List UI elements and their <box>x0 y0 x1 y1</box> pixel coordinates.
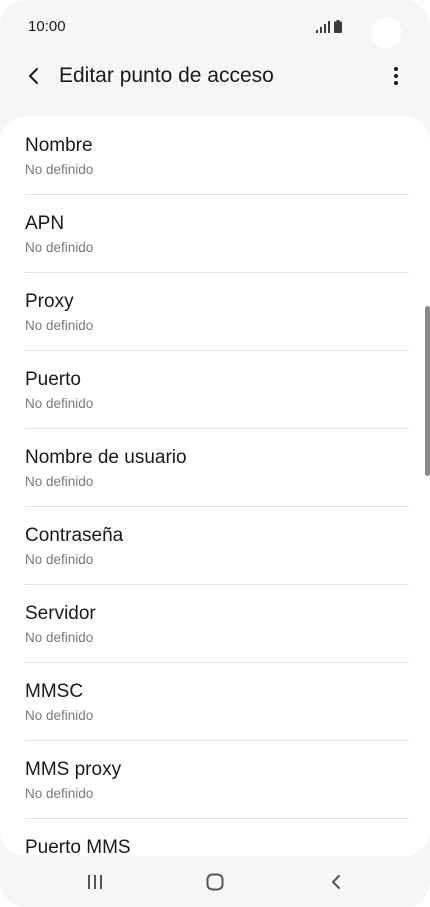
status-time: 10:00 <box>28 18 66 35</box>
home-button[interactable] <box>200 869 230 895</box>
home-icon <box>206 873 224 891</box>
field-value: No definido <box>25 630 94 645</box>
scrollbar[interactable] <box>425 306 430 476</box>
field-title: Nombre <box>25 135 93 156</box>
field-title: MMSC <box>25 681 84 702</box>
app-bar: Editar punto de acceso <box>0 56 430 96</box>
field-value: No definido <box>25 474 94 489</box>
back-icon <box>332 875 340 889</box>
status-icons <box>316 19 342 33</box>
field-value: No definido <box>25 162 94 177</box>
field-title: Servidor <box>25 603 96 624</box>
status-bar: 10:00 <box>0 0 430 56</box>
camera-cutout <box>371 17 402 48</box>
field-value: No definido <box>25 708 94 723</box>
field-value: No definido <box>25 396 94 411</box>
field-puerto-mms[interactable]: Puerto MMS <box>0 818 430 856</box>
phone-screen: 10:00 Editar punto de acceso Nombre No d… <box>0 0 430 907</box>
field-value: No definido <box>25 552 94 567</box>
battery-icon <box>334 20 342 33</box>
field-nombre-de-usuario[interactable]: Nombre de usuario No definido <box>0 428 430 506</box>
signal-icon <box>316 21 330 33</box>
field-title: Proxy <box>25 291 74 312</box>
field-apn[interactable]: APN No definido <box>0 194 430 272</box>
field-value: No definido <box>25 240 94 255</box>
more-vert-icon <box>394 67 398 85</box>
field-nombre[interactable]: Nombre No definido <box>0 116 430 194</box>
nav-back-button[interactable] <box>321 869 351 895</box>
back-button[interactable] <box>20 62 48 90</box>
more-options-button[interactable] <box>382 62 410 90</box>
back-arrow-icon <box>29 68 38 84</box>
field-title: MMS proxy <box>25 759 122 780</box>
field-title: Puerto MMS <box>25 837 131 856</box>
field-proxy[interactable]: Proxy No definido <box>0 272 430 350</box>
field-puerto[interactable]: Puerto No definido <box>0 350 430 428</box>
field-value: No definido <box>25 318 94 333</box>
page-title: Editar punto de acceso <box>59 64 274 87</box>
field-title: Puerto <box>25 369 81 390</box>
field-servidor[interactable]: Servidor No definido <box>0 584 430 662</box>
recents-button[interactable] <box>80 869 110 895</box>
field-contrasena[interactable]: Contraseña No definido <box>0 506 430 584</box>
recents-icon <box>88 875 102 889</box>
field-mmsc[interactable]: MMSC No definido <box>0 662 430 740</box>
apn-settings-list: Nombre No definido APN No definido Proxy… <box>0 116 430 856</box>
field-title: Contraseña <box>25 525 124 546</box>
field-mms-proxy[interactable]: MMS proxy No definido <box>0 740 430 818</box>
field-value: No definido <box>25 786 94 801</box>
navigation-bar <box>0 857 430 907</box>
field-title: APN <box>25 213 65 234</box>
field-title: Nombre de usuario <box>25 447 187 468</box>
